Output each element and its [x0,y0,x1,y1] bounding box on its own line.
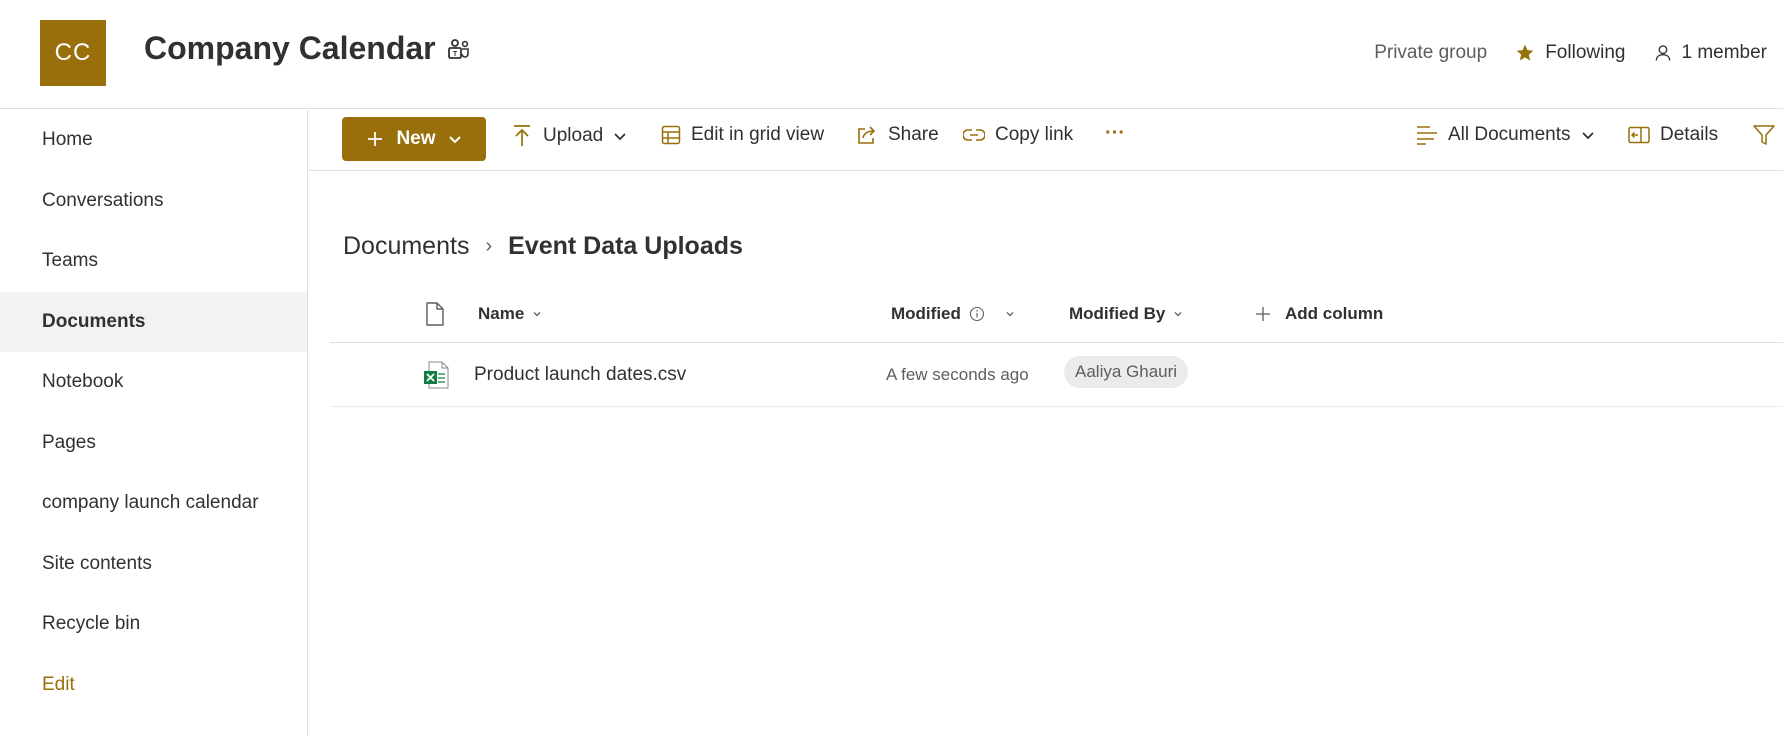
share-button[interactable]: Share [856,124,939,146]
edit-grid-view-button[interactable]: Edit in grid view [661,124,824,146]
plus-icon [368,132,383,146]
details-pane-label: Details [1660,124,1719,145]
column-header-modified[interactable]: Modified [891,304,1015,324]
share-label: Share [888,124,939,145]
person-icon [1656,45,1671,61]
members-button[interactable]: 1 member [1653,42,1767,64]
breadcrumb: Documents › Event Data Uploads [343,232,743,261]
excel-file-icon [424,361,449,389]
grid-icon [661,125,681,145]
details-pane-button[interactable]: Details [1628,124,1718,146]
nav-item-site-contents[interactable]: Site contents [0,534,307,595]
new-button-label: New [396,128,436,149]
nav-item-conversations[interactable]: Conversations [0,171,307,232]
site-header: CC Company Calendar T Private group Foll… [0,0,1783,109]
table-header: Name Modified Modified By Add column [330,292,1783,343]
site-logo[interactable]: CC [40,20,106,86]
nav-item-company-launch-calendar[interactable]: company launch calendar [0,473,307,534]
chevron-down-icon [533,312,541,317]
svg-text:T: T [453,51,458,58]
breadcrumb-documents[interactable]: Documents [343,232,469,261]
following-button[interactable]: Following [1515,42,1625,64]
add-column-label: Add column [1285,304,1384,323]
share-icon [858,126,876,144]
nav-item-home[interactable]: Home [0,110,307,171]
plus-icon [1256,307,1270,321]
copy-link-button[interactable]: Copy link [963,124,1073,146]
star-icon [1516,44,1534,61]
breadcrumb-current-folder: Event Data Uploads [508,232,743,260]
add-column-button[interactable]: Add column [1255,304,1383,324]
chevron-down-icon [1581,132,1594,140]
following-label: Following [1545,42,1626,63]
teams-icon[interactable]: T [446,38,472,64]
chevron-down-icon [448,136,461,144]
details-pane-icon [1628,126,1650,144]
nav-item-documents[interactable]: Documents [0,291,307,352]
column-modified-by-label: Modified By [1069,304,1166,323]
view-switcher-label: All Documents [1448,124,1571,145]
file-type-icon[interactable] [425,302,445,326]
filter-icon [1753,125,1775,145]
filter-button[interactable] [1753,124,1775,146]
copy-link-label: Copy link [995,124,1074,145]
modified-by-persona[interactable]: Aaliya Ghauri [1064,356,1189,388]
nav-item-recycle-bin[interactable]: Recycle bin [0,594,307,655]
upload-icon [514,125,530,146]
link-icon [963,129,985,141]
chevron-down-icon [1006,312,1014,317]
nav-edit-link[interactable]: Edit [0,655,307,716]
upload-label: Upload [543,125,604,146]
view-switcher-button[interactable]: All Documents [1416,124,1595,146]
nav-item-teams[interactable]: Teams [0,231,307,292]
command-bar: New Upload Edit in grid view Share Copy [309,110,1783,171]
members-label: 1 member [1681,42,1767,63]
nav-item-pages[interactable]: Pages [0,413,307,474]
new-button[interactable]: New [342,117,486,161]
left-navigation: Home Conversations Teams Documents Noteb… [0,110,308,736]
edit-grid-view-label: Edit in grid view [691,124,825,145]
column-name-label: Name [478,304,525,323]
chevron-down-icon [1174,312,1182,317]
modified-time: A few seconds ago [886,365,1029,384]
table-row[interactable]: Product launch dates.csv A few seconds a… [330,343,1783,407]
privacy-label: Private group [1374,42,1488,63]
column-header-name[interactable]: Name [478,304,542,324]
file-name-link[interactable]: Product launch dates.csv [474,364,686,386]
more-options-button[interactable]: ··· [1105,122,1125,145]
chevron-down-icon [614,133,626,141]
column-modified-label: Modified [891,304,961,323]
nav-item-notebook[interactable]: Notebook [0,352,307,413]
list-view-icon [1417,126,1437,145]
column-header-modified-by[interactable]: Modified By [1069,304,1183,324]
breadcrumb-separator-icon: › [485,235,493,257]
upload-button[interactable]: Upload [511,124,627,148]
site-title[interactable]: Company Calendar [144,30,436,67]
info-icon[interactable] [969,306,985,322]
